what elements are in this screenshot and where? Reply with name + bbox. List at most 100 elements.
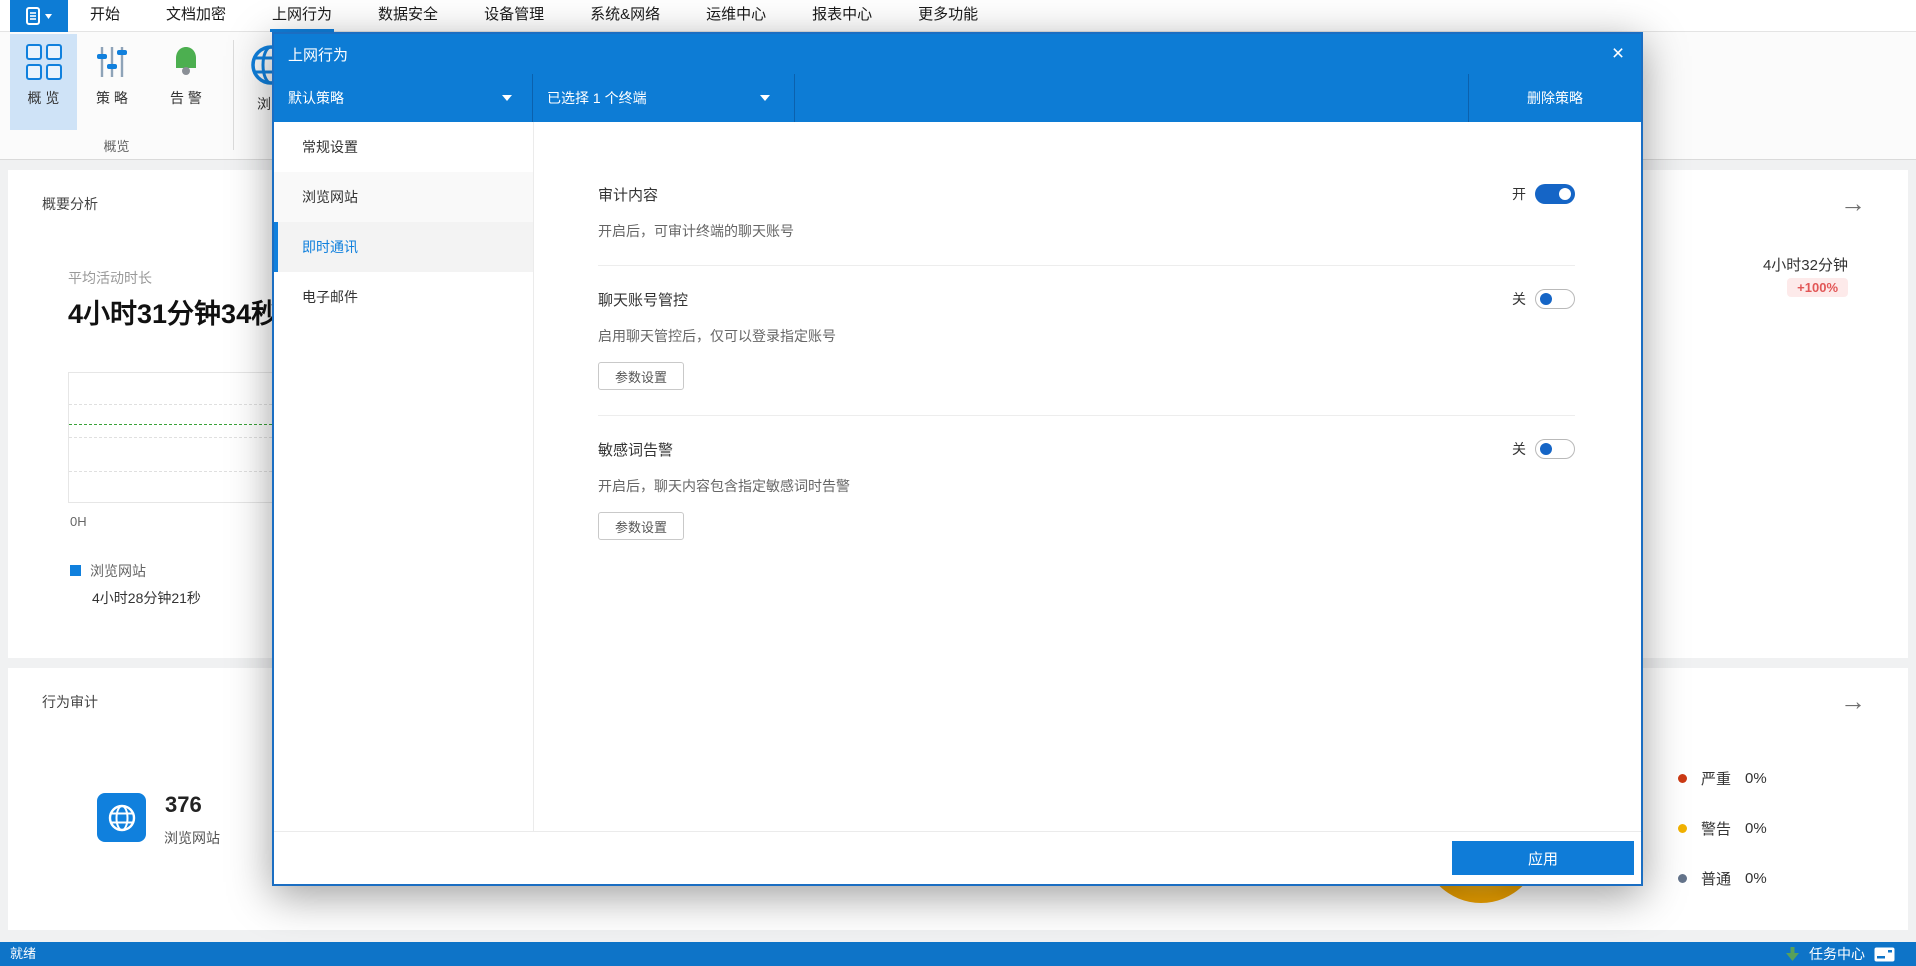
- avg-duration-value: 4小时31分钟34秒: [68, 299, 279, 329]
- right-metric-value: 4小时32分钟: [1762, 257, 1848, 274]
- sliders-icon: [97, 47, 127, 77]
- sensitive-word-toggle[interactable]: [1535, 439, 1575, 459]
- ribbon-tile-policy[interactable]: 策 略: [82, 34, 142, 130]
- menu-item-report-center[interactable]: 报表中心: [810, 0, 874, 32]
- chat-account-toggle[interactable]: [1535, 289, 1575, 309]
- dialog-sidebar: 常规设置 浏览网站 即时通讯 电子邮件: [274, 122, 534, 831]
- toggle-state-label: 关: [1512, 441, 1526, 457]
- toggle-knob: [1540, 293, 1552, 305]
- status-bar: 就绪 任务中心: [0, 942, 1916, 966]
- menu-item-doc-encrypt[interactable]: 文档加密: [164, 0, 228, 32]
- severity-value: 0%: [1745, 869, 1767, 887]
- severity-label: 警告: [1701, 820, 1732, 838]
- browse-count-label: 浏览网站: [164, 830, 220, 846]
- status-ready-label: 就绪: [10, 946, 37, 961]
- internet-behavior-dialog: 上网行为 × 默认策略 已选择 1 个终端 删除策略 常规设置 浏览网站 即时通…: [272, 32, 1643, 886]
- section-description: 开启后，聊天内容包含指定敏感词时告警: [598, 478, 850, 494]
- severity-value: 0%: [1745, 819, 1767, 837]
- severity-row-critical: 严重 0%: [1678, 768, 1767, 788]
- section-sensitive-word-alert: 敏感词告警 关 开启后，聊天内容包含指定敏感词时告警 参数设置: [598, 416, 1575, 540]
- delete-policy-button[interactable]: 删除策略: [1468, 74, 1641, 122]
- download-arrow-icon: [1786, 947, 1799, 961]
- menu-item-device-mgmt[interactable]: 设备管理: [482, 0, 546, 32]
- menu-item-data-security[interactable]: 数据安全: [376, 0, 440, 32]
- audit-content-toggle[interactable]: [1535, 184, 1575, 204]
- section-audit-content: 审计内容 开 开启后，可审计终端的聊天账号: [598, 122, 1575, 266]
- param-settings-button[interactable]: 参数设置: [598, 362, 684, 390]
- ribbon-group-divider: [233, 40, 234, 150]
- ribbon-tile-overview[interactable]: 概 览: [10, 34, 77, 130]
- dialog-header: 上网行为 ×: [274, 34, 1641, 74]
- section-chat-account-control: 聊天账号管控 关 启用聊天管控后，仅可以登录指定账号 参数设置: [598, 266, 1575, 416]
- menu-item-internet-behavior[interactable]: 上网行为: [270, 0, 335, 32]
- avg-duration-label: 平均活动时长: [68, 270, 152, 286]
- terminal-dropdown-label: 已选择 1 个终端: [547, 90, 647, 106]
- section-description: 启用聊天管控后，仅可以登录指定账号: [598, 328, 836, 344]
- menu-bar: 开始 文档加密 上网行为 数据安全 设备管理 系统&网络 运维中心 报表中心 更…: [0, 0, 1916, 32]
- sidebar-item-general[interactable]: 常规设置: [274, 122, 533, 172]
- arrow-right-icon[interactable]: →: [1840, 188, 1866, 219]
- delta-badge: +100%: [1787, 278, 1848, 297]
- sidebar-item-browse-web[interactable]: 浏览网站: [274, 172, 533, 222]
- arrow-right-icon[interactable]: →: [1840, 686, 1866, 717]
- section-title: 审计内容: [598, 186, 659, 204]
- menu-item-start[interactable]: 开始: [88, 0, 122, 32]
- critical-dot-icon: [1678, 773, 1687, 783]
- menu-item-more[interactable]: 更多功能: [916, 0, 980, 32]
- sidebar-item-instant-messaging[interactable]: 即时通讯: [274, 222, 533, 272]
- menu-item-system-network[interactable]: 系统&网络: [588, 0, 662, 32]
- section-title: 敏感词告警: [598, 441, 674, 459]
- param-settings-button[interactable]: 参数设置: [598, 512, 684, 540]
- ribbon-tile-label: 策 略: [96, 90, 128, 106]
- menu-items: 开始 文档加密 上网行为 数据安全 设备管理 系统&网络 运维中心 报表中心 更…: [88, 0, 980, 32]
- toggle-state-label: 开: [1512, 186, 1526, 202]
- policy-dropdown[interactable]: 默认策略: [274, 74, 533, 122]
- task-center-button[interactable]: 任务中心: [1809, 944, 1865, 964]
- dialog-footer: 应用: [274, 831, 1641, 884]
- card-title: 概要分析: [42, 196, 98, 212]
- dialog-body: 常规设置 浏览网站 即时通讯 电子邮件 审计内容 开 开启后，可审计终端的聊天账…: [274, 122, 1641, 831]
- warning-dot-icon: [1678, 823, 1687, 833]
- ribbon-group-label: 概览: [103, 139, 130, 154]
- toggle-knob: [1540, 443, 1552, 455]
- toggle-state-label: 关: [1512, 291, 1526, 307]
- legend-swatch: [70, 565, 81, 576]
- globe-icon: [108, 804, 135, 831]
- section-description: 开启后，可审计终端的聊天账号: [598, 223, 794, 239]
- policy-dropdown-label: 默认策略: [288, 90, 344, 106]
- terminal-dropdown[interactable]: 已选择 1 个终端: [533, 74, 795, 122]
- delete-policy-label: 删除策略: [1527, 90, 1583, 106]
- severity-row-warning: 警告 0%: [1678, 818, 1767, 838]
- browse-count-tile: [97, 793, 146, 842]
- toggle-knob: [1559, 188, 1571, 200]
- severity-value: 0%: [1745, 769, 1767, 787]
- severity-row-normal: 普通 0%: [1678, 868, 1767, 888]
- chevron-down-icon: [45, 13, 52, 19]
- ribbon-tile-label: 概 览: [27, 90, 60, 106]
- dialog-title: 上网行为: [288, 46, 349, 64]
- normal-dot-icon: [1678, 873, 1687, 883]
- apply-button[interactable]: 应用: [1452, 841, 1634, 875]
- app-menu-button[interactable]: [10, 0, 68, 32]
- severity-label: 普通: [1701, 870, 1732, 888]
- ribbon-tile-label: 告 警: [170, 90, 202, 106]
- menu-item-ops-center[interactable]: 运维中心: [704, 0, 768, 32]
- overview-grid-icon: [25, 44, 62, 80]
- close-icon[interactable]: ×: [1595, 42, 1641, 66]
- task-window-icon[interactable]: [1874, 947, 1895, 962]
- bell-icon: [176, 47, 196, 75]
- ribbon-tile-alert[interactable]: 告 警: [156, 34, 216, 130]
- severity-label: 严重: [1701, 770, 1732, 788]
- legend-value: 4小时28分钟21秒: [92, 590, 201, 606]
- chart-axis-label: 0H: [70, 514, 87, 529]
- dialog-toolbar: 默认策略 已选择 1 个终端 删除策略: [274, 74, 1641, 122]
- app-logo-icon: [26, 7, 40, 25]
- legend-label: 浏览网站: [90, 563, 146, 579]
- card-title: 行为审计: [42, 694, 98, 710]
- sidebar-item-email[interactable]: 电子邮件: [274, 272, 533, 322]
- section-title: 聊天账号管控: [598, 291, 689, 309]
- chevron-down-icon: [502, 95, 512, 101]
- browse-count: 376: [165, 792, 202, 817]
- chevron-down-icon: [760, 95, 770, 101]
